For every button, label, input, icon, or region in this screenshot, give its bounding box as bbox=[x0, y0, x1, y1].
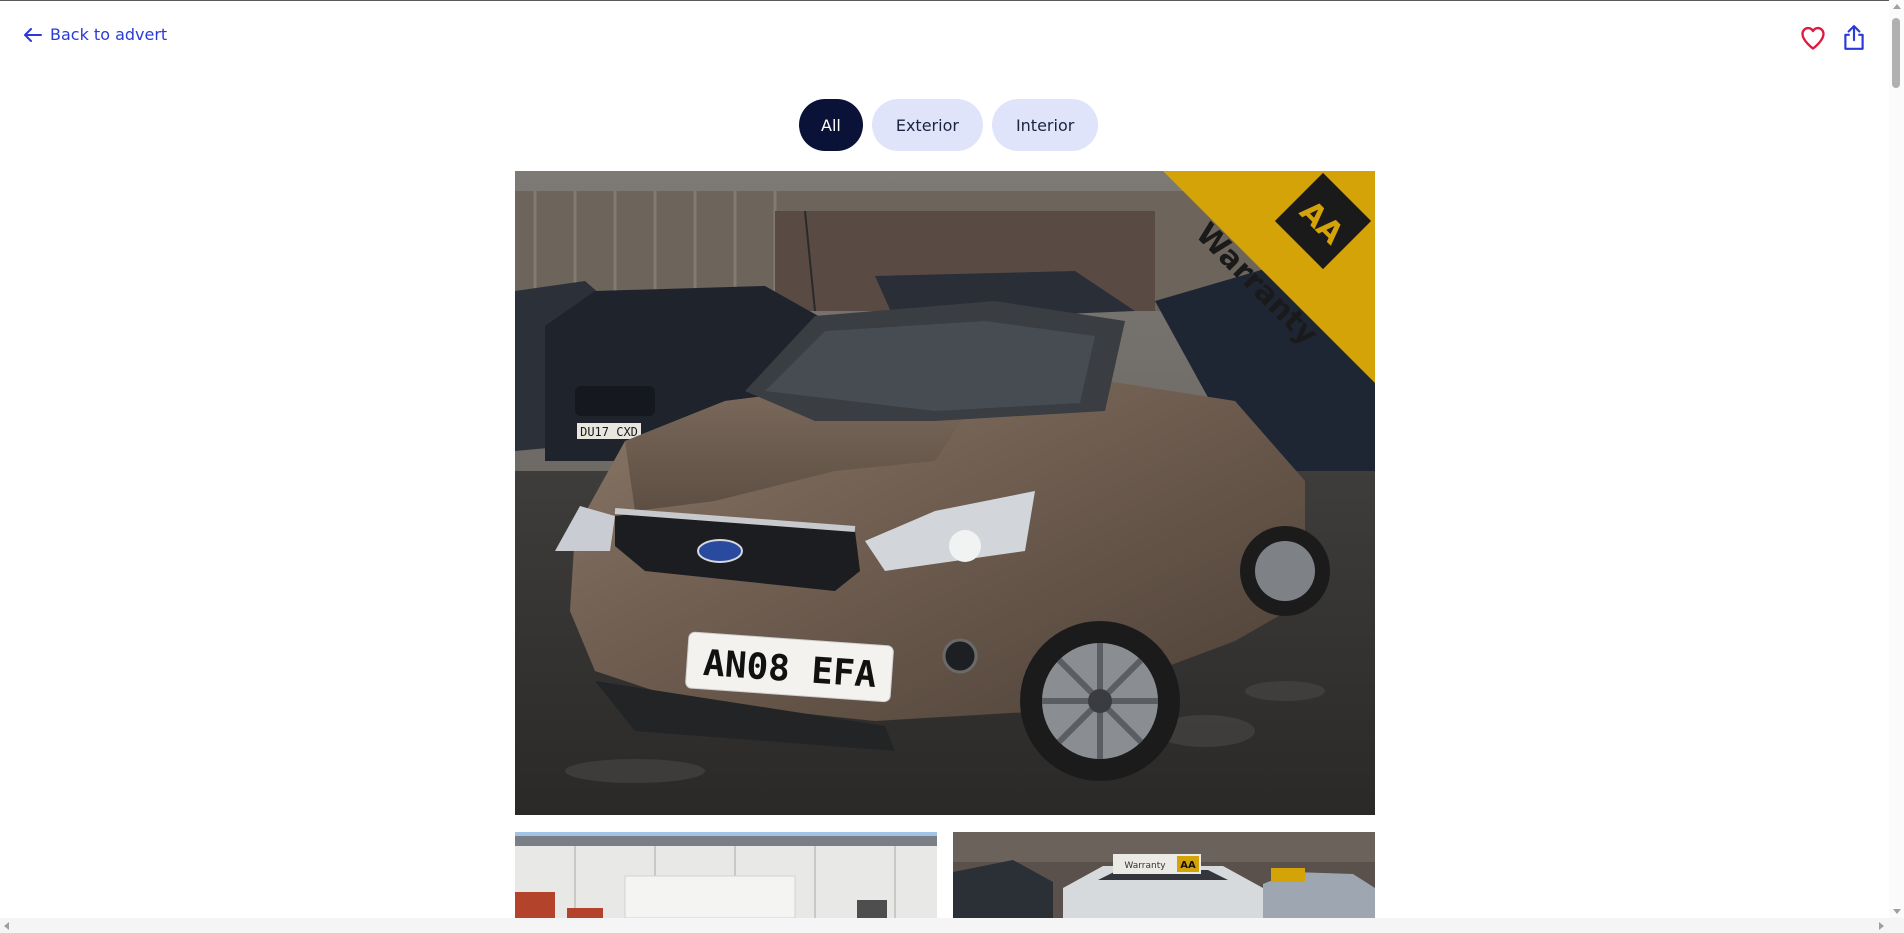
gallery-thumbnail-dealership[interactable] bbox=[515, 832, 937, 918]
main-car-photo[interactable]: DU17 CXD AN08 EFA AA Warranty bbox=[515, 171, 1375, 815]
favourite-button[interactable] bbox=[1799, 24, 1827, 52]
scroll-down-icon[interactable] bbox=[1893, 909, 1901, 914]
scroll-left-icon[interactable] bbox=[4, 922, 9, 930]
arrow-left-icon bbox=[24, 27, 42, 42]
gallery-thumbnail-forecourt[interactable]: Warranty AA bbox=[953, 832, 1375, 918]
horizontal-scrollbar[interactable] bbox=[0, 918, 1904, 933]
thumb-warranty-sign-text: Warranty bbox=[1124, 861, 1166, 871]
scroll-right-icon[interactable] bbox=[1879, 922, 1884, 930]
share-icon bbox=[1841, 25, 1867, 56]
share-button[interactable] bbox=[1841, 24, 1867, 52]
tab-interior[interactable]: Interior bbox=[991, 99, 1099, 151]
vertical-scrollbar-thumb[interactable] bbox=[1892, 18, 1900, 88]
thumb-aa-logo-text: AA bbox=[1180, 860, 1196, 871]
tab-exterior[interactable]: Exterior bbox=[871, 99, 983, 151]
tab-all[interactable]: All bbox=[799, 99, 863, 151]
background-plate-text: DU17 CXD bbox=[580, 425, 638, 439]
heart-icon bbox=[1799, 26, 1827, 56]
vertical-scrollbar[interactable] bbox=[1889, 0, 1904, 918]
photo-filter-tabs: All Exterior Interior bbox=[799, 99, 1099, 151]
back-to-advert-label: Back to advert bbox=[50, 25, 168, 44]
scroll-up-icon[interactable] bbox=[1893, 4, 1901, 9]
back-to-advert-link[interactable]: Back to advert bbox=[24, 25, 167, 44]
window-top-border bbox=[0, 0, 1904, 1]
